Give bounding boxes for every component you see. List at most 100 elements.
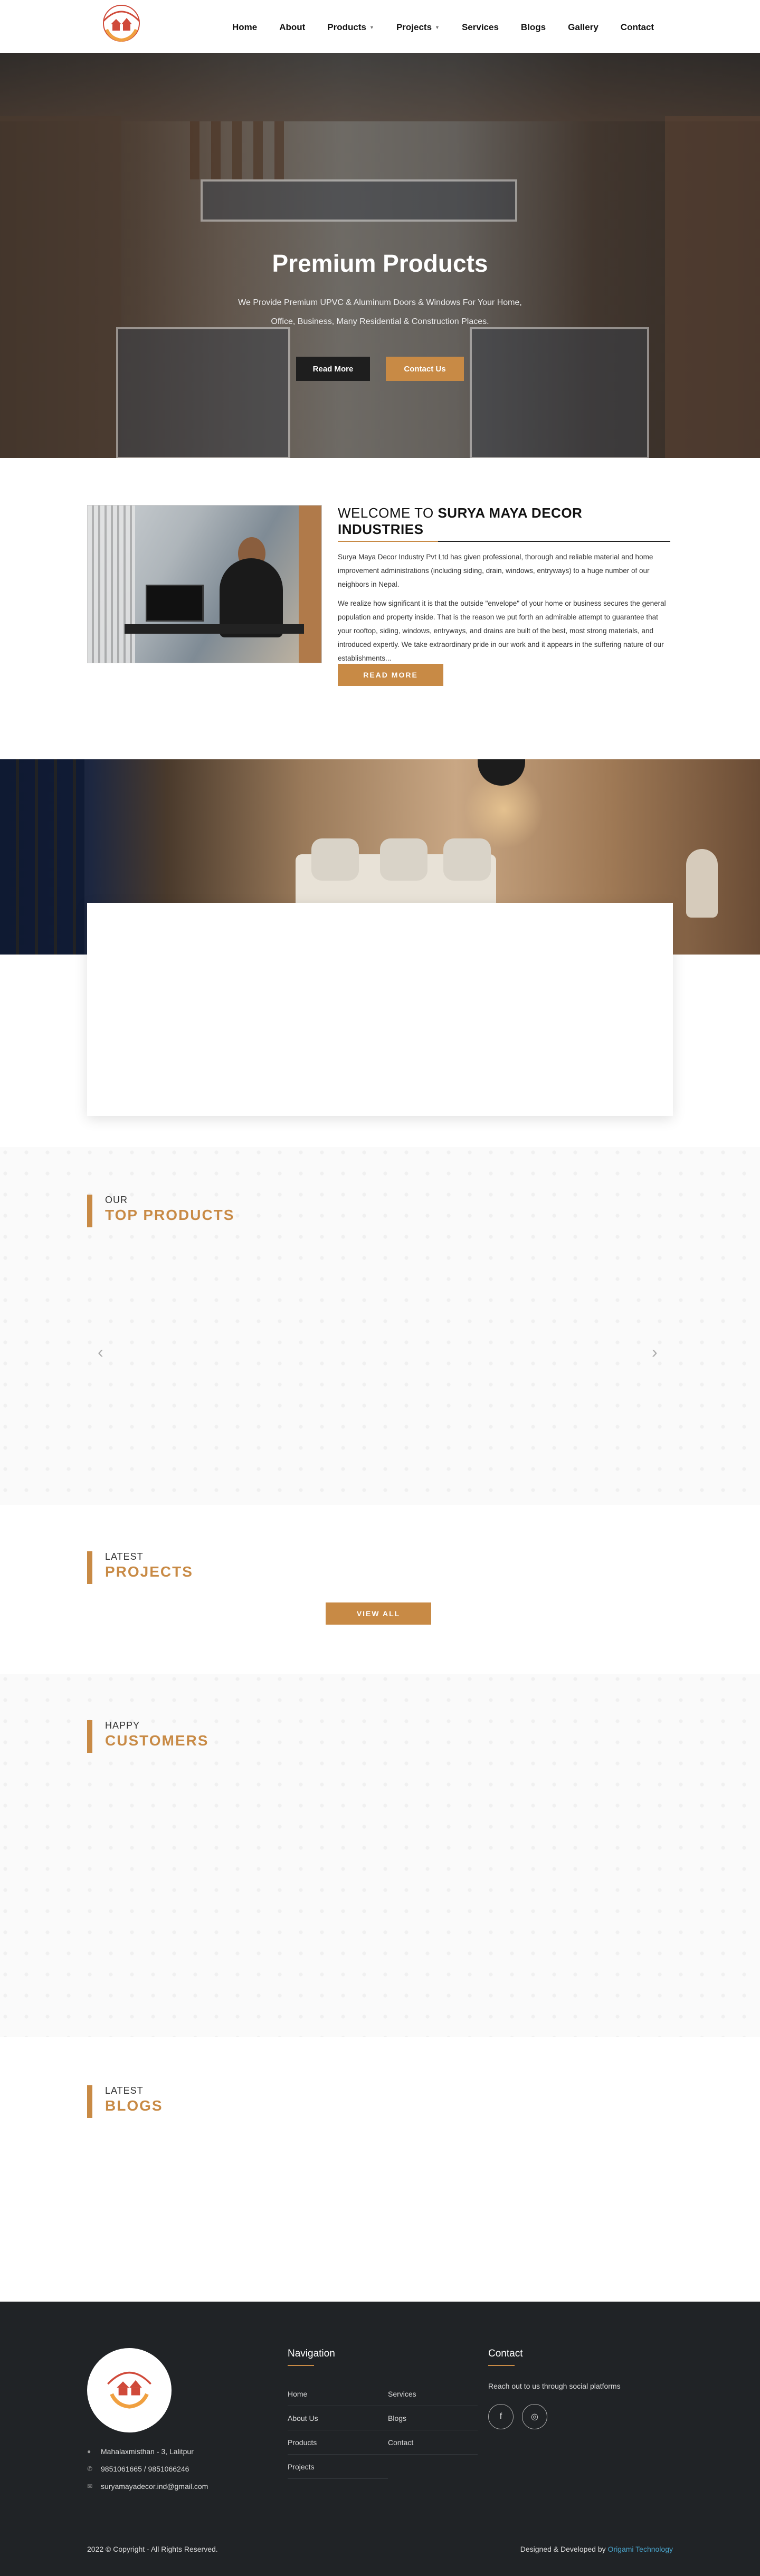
nav-projects-label: Projects bbox=[396, 22, 432, 32]
instagram-icon[interactable]: ◎ bbox=[522, 2404, 547, 2429]
blogs-heading-text: LATEST BLOGS bbox=[105, 2085, 163, 2118]
hero-title: Premium Products bbox=[272, 250, 488, 277]
hero-bg-slat bbox=[211, 121, 221, 179]
footer-socials: f ◎ bbox=[488, 2404, 621, 2429]
products-heading-text: OUR TOP PRODUCTS bbox=[105, 1195, 234, 1227]
about-text: WELCOME TO SURYA MAYA DECOR INDUSTRIES S… bbox=[338, 505, 670, 665]
customers-section: HAPPY CUSTOMERS bbox=[0, 1674, 760, 2037]
hero-subtitle: We Provide Premium UPVC & Aluminum Doors… bbox=[232, 293, 528, 331]
hero-bg-wall-right bbox=[665, 116, 760, 458]
about-paragraph-2: We realize how significant it is that th… bbox=[338, 599, 666, 662]
interior-bg-pillow bbox=[443, 838, 491, 881]
blogs-heading-big: BLOGS bbox=[105, 2097, 163, 2114]
footer-link-home[interactable]: Home bbox=[288, 2382, 388, 2406]
footer-contact-text: Reach out to us through social platforms bbox=[488, 2382, 621, 2390]
underline-dark bbox=[438, 541, 670, 542]
heading-accent-bar bbox=[87, 2085, 92, 2118]
footer-link-blogs[interactable]: Blogs bbox=[388, 2406, 478, 2430]
interior-bg-pillow bbox=[380, 838, 428, 881]
hero-bg-slat bbox=[232, 121, 242, 179]
about-read-more-button[interactable]: READ MORE bbox=[338, 664, 443, 686]
footer-address: ● Mahalaxmisthan - 3, Lalitpur bbox=[87, 2447, 208, 2456]
nav-home-label: Home bbox=[232, 22, 258, 32]
hero-subtitle-line1: We Provide Premium UPVC & Aluminum Doors… bbox=[238, 298, 522, 307]
nav-products-label: Products bbox=[327, 22, 367, 32]
footer-email[interactable]: ✉ suryamayadecor.ind@gmail.com bbox=[87, 2482, 208, 2491]
footer-contact-info: ● Mahalaxmisthan - 3, Lalitpur ✆ 985106166… bbox=[87, 2447, 208, 2499]
chevron-down-icon: ▼ bbox=[369, 25, 374, 30]
hero-subtitle-line2: Office, Business, Many Residential & Con… bbox=[271, 317, 489, 326]
footer-link-products[interactable]: Products bbox=[288, 2430, 388, 2455]
products-heading-big: TOP PRODUCTS bbox=[105, 1207, 235, 1223]
about-heading: WELCOME TO SURYA MAYA DECOR INDUSTRIES bbox=[338, 505, 670, 538]
phone-icon: ✆ bbox=[87, 2465, 93, 2473]
nav-blogs[interactable]: Blogs bbox=[521, 22, 546, 33]
hero-bg-slat bbox=[253, 121, 263, 179]
hero-contact-button[interactable]: Contact Us bbox=[386, 357, 464, 381]
footer-phone[interactable]: ✆ 9851061665 / 9851066246 bbox=[87, 2465, 208, 2473]
blogs-heading-small: LATEST bbox=[105, 2085, 144, 2096]
interior-bg-pillow bbox=[311, 838, 359, 881]
about-image-shelf bbox=[88, 505, 135, 663]
map-pin-icon: ● bbox=[87, 2448, 91, 2455]
footer-credit-prefix: Designed & Developed by bbox=[520, 2545, 608, 2553]
about-heading-prefix: WELCOME TO bbox=[338, 505, 438, 521]
site-header: Home About Products ▼ Projects ▼ Services … bbox=[0, 0, 760, 53]
footer-logo[interactable] bbox=[87, 2348, 172, 2432]
footer-developer-link[interactable]: Origami Technology bbox=[608, 2545, 673, 2553]
nav-contact[interactable]: Contact bbox=[621, 22, 654, 33]
nav-about-label: About bbox=[279, 22, 306, 32]
nav-home[interactable]: Home bbox=[232, 22, 257, 33]
nav-services-label: Services bbox=[461, 22, 499, 32]
hero-bg-slat bbox=[274, 121, 284, 179]
projects-heading-text: LATEST PROJECTS bbox=[105, 1551, 193, 1584]
hero-read-more-button[interactable]: Read More bbox=[296, 357, 370, 381]
carousel-prev-icon[interactable]: ‹ bbox=[98, 1342, 103, 1362]
hero-buttons: Read More Contact Us bbox=[0, 357, 760, 381]
facebook-icon[interactable]: f bbox=[488, 2404, 514, 2429]
nav-contact-label: Contact bbox=[620, 22, 654, 32]
site-footer: ● Mahalaxmisthan - 3, Lalitpur ✆ 985106166… bbox=[0, 2302, 760, 2576]
footer-address-text: Mahalaxmisthan - 3, Lalitpur bbox=[101, 2447, 194, 2456]
nav-blogs-label: Blogs bbox=[520, 22, 546, 32]
footer-nav-links: Home Services About Us Blogs Products Co… bbox=[288, 2382, 478, 2479]
footer-contact-title: Contact bbox=[488, 2348, 523, 2359]
footer-navigation: Navigation Home Services About Us Blogs … bbox=[288, 2348, 478, 2479]
view-all-projects-button[interactable]: VIEW ALL bbox=[326, 1602, 431, 1625]
footer-email-text: suryamayadecor.ind@gmail.com bbox=[101, 2482, 208, 2491]
projects-heading: LATEST PROJECTS bbox=[87, 1551, 193, 1584]
hero-bg-wall-left bbox=[0, 116, 121, 458]
chevron-down-icon: ▼ bbox=[435, 25, 440, 30]
footer-copyright: 2022 © Copyright - All Rights Reserved. bbox=[87, 2545, 218, 2553]
customers-heading-text: HAPPY CUSTOMERS bbox=[105, 1720, 208, 1753]
main-nav: Home About Products ▼ Projects ▼ Services … bbox=[232, 22, 676, 33]
interior-bg-vase bbox=[686, 849, 718, 918]
about-section: WELCOME TO SURYA MAYA DECOR INDUSTRIES S… bbox=[0, 458, 760, 759]
carousel-next-icon[interactable]: › bbox=[652, 1342, 658, 1362]
nav-gallery-label: Gallery bbox=[568, 22, 598, 32]
footer-link-about[interactable]: About Us bbox=[288, 2406, 388, 2430]
footer-phone-text: 9851061665 / 9851066246 bbox=[101, 2465, 189, 2473]
footer-link-services[interactable]: Services bbox=[388, 2382, 478, 2406]
customers-heading-big: CUSTOMERS bbox=[105, 1732, 209, 1749]
heading-accent-bar bbox=[87, 1720, 92, 1753]
nav-projects[interactable]: Projects ▼ bbox=[396, 22, 440, 33]
footer-link-projects[interactable]: Projects bbox=[288, 2455, 388, 2479]
products-heading-small: OUR bbox=[105, 1195, 128, 1205]
footer-contact-underline bbox=[488, 2365, 515, 2366]
nav-gallery[interactable]: Gallery bbox=[568, 22, 598, 33]
site-logo[interactable] bbox=[95, 2, 148, 51]
projects-heading-small: LATEST bbox=[105, 1551, 144, 1562]
nav-products[interactable]: Products ▼ bbox=[327, 22, 374, 33]
nav-about[interactable]: About bbox=[279, 22, 305, 33]
hero-bg-window bbox=[201, 179, 517, 222]
heading-accent-bar bbox=[87, 1551, 92, 1584]
about-heading-underline bbox=[338, 541, 670, 542]
customers-heading-small: HAPPY bbox=[105, 1720, 140, 1731]
customers-heading: HAPPY CUSTOMERS bbox=[87, 1720, 208, 1753]
nav-services[interactable]: Services bbox=[462, 22, 499, 33]
footer-link-contact[interactable]: Contact bbox=[388, 2430, 478, 2455]
underline-accent bbox=[338, 541, 438, 542]
interior-bg-windows bbox=[0, 759, 84, 955]
footer-nav-underline bbox=[288, 2365, 314, 2366]
